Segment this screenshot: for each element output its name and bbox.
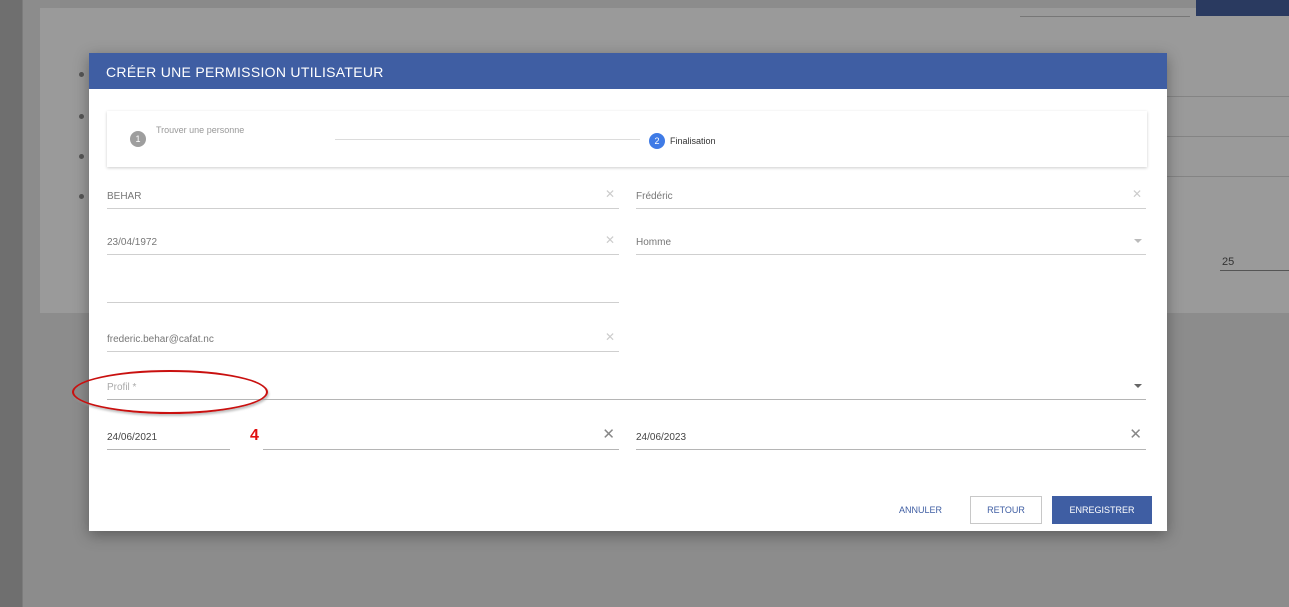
background-rows-per-page-underline <box>1220 270 1289 271</box>
clear-icon[interactable]: ✕ <box>605 233 615 247</box>
clear-icon[interactable]: ✕ <box>1129 425 1142 443</box>
stepper: 1 Trouver une personne 2 Finalisation <box>107 111 1147 167</box>
dialog-title: CRÉER UNE PERMISSION UTILISATEUR <box>106 64 384 80</box>
stepper-connector <box>335 139 640 140</box>
background-title-bar <box>60 0 270 8</box>
clear-icon[interactable]: ✕ <box>605 330 615 344</box>
back-button[interactable]: RETOUR <box>970 496 1042 524</box>
last-name-value: BEHAR <box>107 191 142 202</box>
clear-icon[interactable]: ✕ <box>602 425 615 443</box>
background-row-divider <box>1160 96 1289 97</box>
background-row-marker <box>79 154 84 159</box>
end-date-field[interactable]: 24/06/2023 ✕ <box>636 425 1146 450</box>
create-permission-dialog: CRÉER UNE PERMISSION UTILISATEUR 1 Trouv… <box>89 53 1167 531</box>
birth-date-content: 23/04/1972 <box>107 237 159 248</box>
step-2-circle: 2 <box>649 133 665 149</box>
background-row-divider <box>1160 176 1289 177</box>
background-row-marker <box>79 72 84 77</box>
email-field[interactable]: frederic.behar@cafat.nc ✕ <box>107 329 619 352</box>
step-2-label: Finalisation <box>670 136 716 146</box>
save-button[interactable]: ENREGISTRER <box>1052 496 1152 524</box>
first-name-field[interactable]: Frédéric ✕ <box>636 186 1146 209</box>
first-name-value: Frédéric <box>636 191 673 202</box>
step-1-label[interactable]: Trouver une personne <box>156 125 244 135</box>
background-search-field <box>1020 0 1190 17</box>
gender-select[interactable]: Homme <box>636 232 1146 255</box>
annotation-number: 4 <box>250 427 259 444</box>
background-row-marker <box>79 194 84 199</box>
background-rows-per-page-value: 25 <box>1222 256 1235 268</box>
chevron-down-icon[interactable] <box>1134 239 1142 243</box>
background-top-button <box>1196 0 1289 16</box>
background-row-marker <box>79 114 84 119</box>
dialog-header: CRÉER UNE PERMISSION UTILISATEUR <box>89 53 1167 89</box>
start-date-value: 24/06/2021 <box>107 432 158 443</box>
birth-date-field[interactable]: 23/04/1972 ✕ <box>107 232 619 255</box>
start-date-field[interactable]: 24/06/2021 ✕ <box>107 425 619 450</box>
last-name-field[interactable]: BEHAR ✕ <box>107 186 619 209</box>
clear-icon[interactable]: ✕ <box>605 187 615 201</box>
gender-value: Homme <box>636 237 672 248</box>
background-sidebar <box>0 0 23 607</box>
annotation-ellipse <box>72 370 268 414</box>
chevron-down-icon[interactable] <box>1134 384 1142 388</box>
email-value: frederic.behar@cafat.nc <box>107 334 214 345</box>
end-date-value: 24/06/2023 <box>636 432 687 443</box>
clear-icon[interactable]: ✕ <box>1132 187 1142 201</box>
phone-field[interactable] <box>107 280 619 303</box>
background-row-divider <box>1160 136 1289 137</box>
cancel-button[interactable]: ANNULER <box>883 496 958 524</box>
step-1-circle[interactable]: 1 <box>130 131 146 147</box>
birth-date-value: 23/04/1972 <box>107 237 158 248</box>
